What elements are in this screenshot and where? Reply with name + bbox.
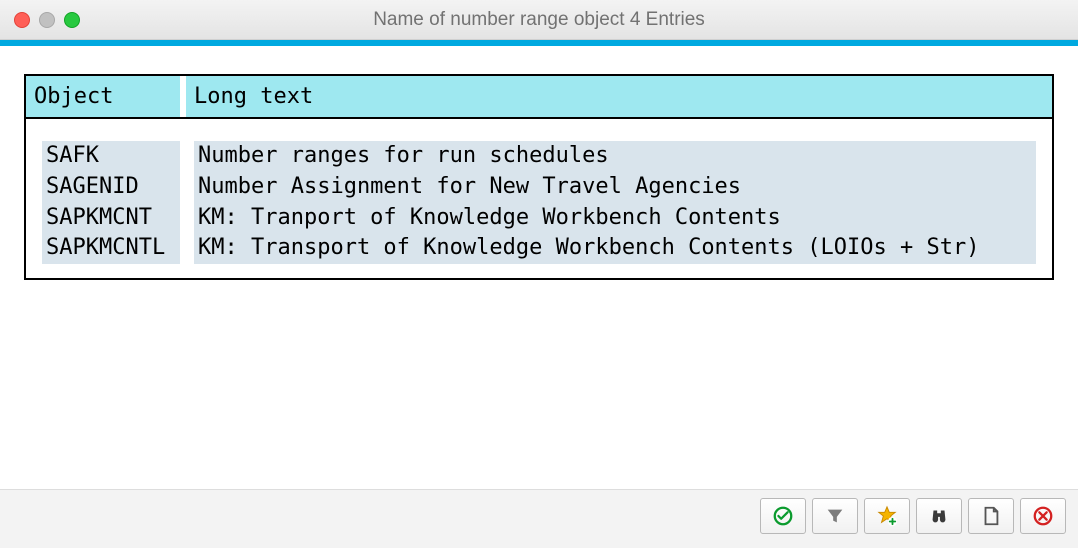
- window-controls: [0, 12, 80, 28]
- close-window-button[interactable]: [14, 12, 30, 28]
- page-icon: [980, 505, 1002, 527]
- table-row-object[interactable]: SAPKMCNTL: [42, 233, 180, 264]
- grid-header: Object Long text: [26, 76, 1052, 119]
- maximize-window-button[interactable]: [64, 12, 80, 28]
- check-circle-icon: [772, 505, 794, 527]
- toolbar: [0, 489, 1078, 548]
- favorite-button[interactable]: [864, 498, 910, 534]
- table-row-object[interactable]: SAFK: [42, 141, 180, 172]
- dialog-window: Name of number range object 4 Entries Ob…: [0, 0, 1078, 548]
- cancel-icon: [1032, 505, 1054, 527]
- window-title: Name of number range object 4 Entries: [0, 9, 1078, 31]
- table-row-long-text[interactable]: KM: Tranport of Knowledge Workbench Cont…: [194, 203, 1036, 234]
- titlebar: Name of number range object 4 Entries: [0, 0, 1078, 40]
- table-row-long-text[interactable]: Number Assignment for New Travel Agencie…: [194, 172, 1036, 203]
- new-button[interactable]: [968, 498, 1014, 534]
- column-header-long-text[interactable]: Long text: [180, 76, 1052, 117]
- accept-button[interactable]: [760, 498, 806, 534]
- funnel-icon: [824, 505, 846, 527]
- table-row-long-text[interactable]: Number ranges for run schedules: [194, 141, 1036, 172]
- column-header-object[interactable]: Object: [26, 76, 180, 117]
- column-long-text: Number ranges for run schedulesNumber As…: [180, 135, 1052, 270]
- table-row-long-text[interactable]: KM: Transport of Knowledge Workbench Con…: [194, 233, 1036, 264]
- star-plus-icon: [876, 505, 898, 527]
- table-row-object[interactable]: SAPKMCNT: [42, 203, 180, 234]
- content-area: Object Long text SAFKSAGENIDSAPKMCNTSAPK…: [0, 46, 1078, 489]
- find-button[interactable]: [916, 498, 962, 534]
- binoculars-icon: [928, 505, 950, 527]
- table-row-object[interactable]: SAGENID: [42, 172, 180, 203]
- results-grid: Object Long text SAFKSAGENIDSAPKMCNTSAPK…: [24, 74, 1054, 280]
- minimize-window-button[interactable]: [39, 12, 55, 28]
- column-object: SAFKSAGENIDSAPKMCNTSAPKMCNTL: [26, 135, 180, 270]
- grid-body: SAFKSAGENIDSAPKMCNTSAPKMCNTL Number rang…: [26, 119, 1052, 278]
- filter-button[interactable]: [812, 498, 858, 534]
- cancel-button[interactable]: [1020, 498, 1066, 534]
